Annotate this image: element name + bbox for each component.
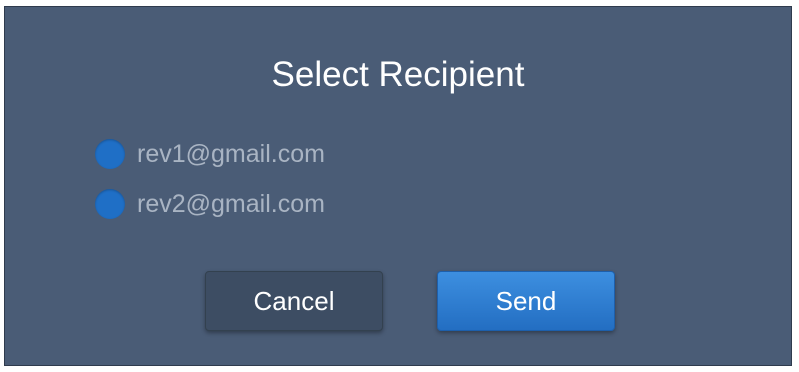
recipient-list: rev1@gmail.com rev2@gmail.com [95, 139, 325, 241]
radio-button-icon[interactable] [95, 189, 125, 219]
recipient-option-2[interactable]: rev2@gmail.com [95, 189, 325, 219]
recipient-option-1[interactable]: rev1@gmail.com [95, 139, 325, 169]
cancel-button[interactable]: Cancel [205, 271, 383, 331]
select-recipient-dialog: Select Recipient rev1@gmail.com rev2@gma… [4, 6, 792, 366]
recipient-label: rev2@gmail.com [137, 190, 325, 218]
radio-button-icon[interactable] [95, 139, 125, 169]
send-button[interactable]: Send [437, 271, 615, 331]
dialog-title: Select Recipient [271, 55, 525, 94]
recipient-label: rev1@gmail.com [137, 140, 325, 168]
